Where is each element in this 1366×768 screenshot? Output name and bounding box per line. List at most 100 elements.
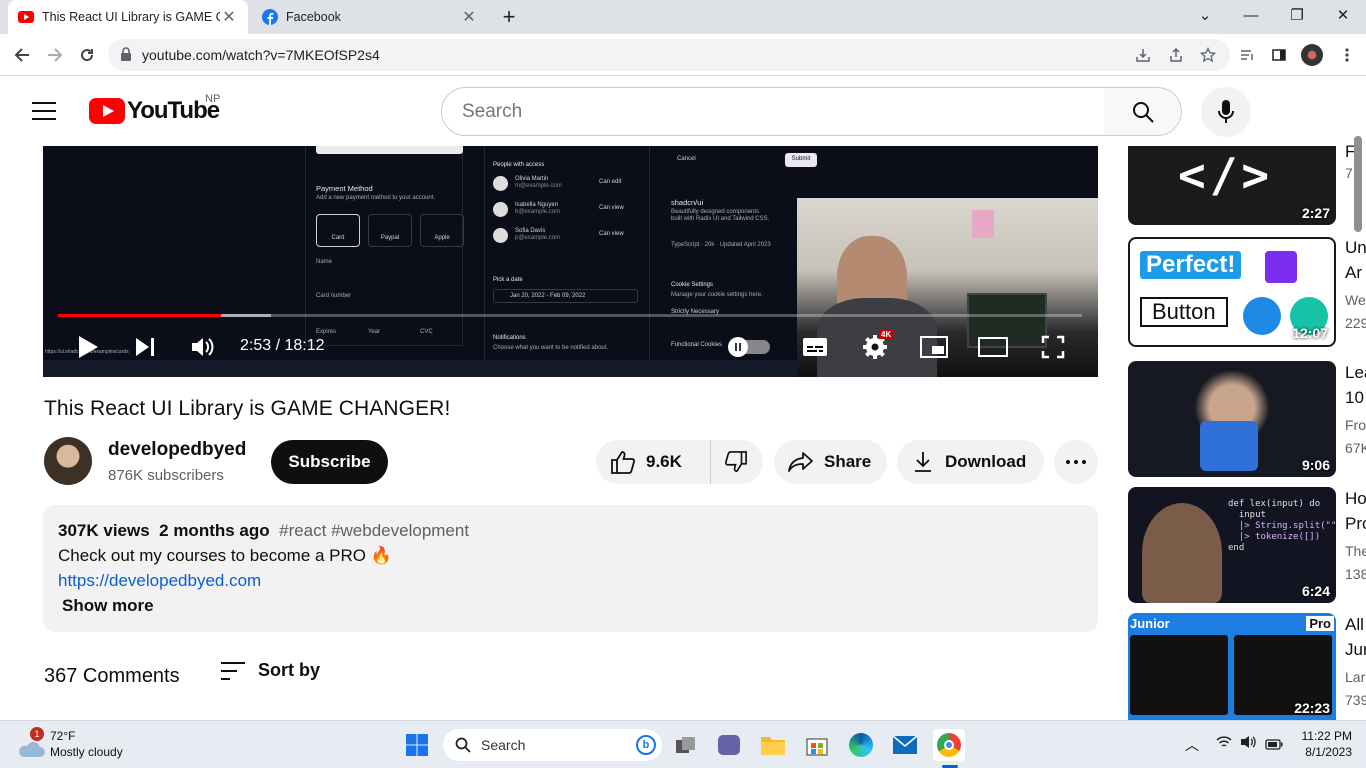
browser-menu-icon[interactable] xyxy=(1332,40,1362,70)
more-actions-button[interactable] xyxy=(1054,440,1098,484)
show-hidden-icons-chevron-icon[interactable]: ︿ xyxy=(1185,735,1199,755)
recommendation-thumbnail[interactable]: Perfect! Button 12:07 xyxy=(1128,237,1336,347)
recommendation-title-fragment[interactable]: 10 xyxy=(1345,388,1366,408)
side-panel-icon[interactable] xyxy=(1264,40,1294,70)
thumbnail-text: Perfect! xyxy=(1140,251,1242,279)
chrome-browser-icon[interactable] xyxy=(933,729,965,761)
dislike-button[interactable] xyxy=(711,440,761,484)
tab-facebook[interactable]: Facebook ✕ xyxy=(252,0,488,34)
recommendation-thumbnail[interactable]: </> 2:27 xyxy=(1128,146,1336,225)
address-bar[interactable]: youtube.com/watch?v=7MKEOfSP2s4 xyxy=(108,39,1230,71)
video-duration: 2:27 xyxy=(1301,205,1330,221)
close-tab-icon[interactable]: ✕ xyxy=(220,7,238,27)
recommendation-meta-fragment: We xyxy=(1345,292,1366,308)
hamburger-menu-icon[interactable] xyxy=(32,100,56,120)
next-video-icon[interactable] xyxy=(131,332,159,362)
taskbar-search-label: Search xyxy=(481,737,526,753)
progress-bar[interactable] xyxy=(58,314,1082,317)
thumbnail-label: Pro xyxy=(1306,616,1334,631)
taskbar-search[interactable]: Search b xyxy=(443,729,662,761)
tab-youtube[interactable]: This React UI Library is GAME CH ✕ xyxy=(8,0,248,34)
description-box[interactable]: 307K views 2 months ago #react #webdevel… xyxy=(43,505,1098,632)
search-input[interactable]: Search xyxy=(441,87,1105,136)
video-duration: 22:23 xyxy=(1294,700,1330,716)
voice-search-button[interactable] xyxy=(1201,87,1251,137)
minimize-button[interactable]: — xyxy=(1228,0,1274,30)
weather-widget[interactable]: 1 72°F Mostly cloudy xyxy=(14,727,174,763)
forward-icon[interactable] xyxy=(40,40,70,70)
cookie-title: Cookie Settings xyxy=(671,282,714,288)
speaker-icon[interactable] xyxy=(1240,735,1258,754)
people-panel: People with access Olivia Martin m@examp… xyxy=(484,146,650,376)
browser-tab-bar: This React UI Library is GAME CH ✕ Faceb… xyxy=(0,0,1366,34)
volume-icon[interactable] xyxy=(188,332,218,362)
profile-avatar-icon[interactable] xyxy=(1297,40,1327,70)
video-player[interactable]: Payment Method Add a new payment method … xyxy=(43,146,1098,377)
hashtags[interactable]: #react #webdevelopment xyxy=(279,521,469,540)
recommendation-title-fragment[interactable]: Jur xyxy=(1345,640,1366,660)
close-tab-icon[interactable]: ✕ xyxy=(460,7,478,27)
play-icon[interactable] xyxy=(73,332,103,362)
share-page-icon[interactable] xyxy=(1161,40,1191,70)
recommendation-title-fragment[interactable]: Un xyxy=(1345,238,1366,258)
url-text: youtube.com/watch?v=7MKEOfSP2s4 xyxy=(142,47,380,63)
recommendation-thumbnail[interactable]: 9:06 xyxy=(1128,361,1336,477)
subscribe-button[interactable]: Subscribe xyxy=(271,440,388,484)
edge-browser-icon[interactable] xyxy=(845,729,877,761)
subtitles-icon[interactable] xyxy=(800,332,830,362)
subscriber-count: 876K subscribers xyxy=(108,467,224,484)
year-label: Year xyxy=(368,329,381,335)
reload-icon[interactable] xyxy=(72,40,102,70)
file-explorer-icon[interactable] xyxy=(757,729,789,761)
show-more-button[interactable]: Show more xyxy=(62,596,154,616)
windows-taskbar: 1 72°F Mostly cloudy Search b ︿ 11:22 PM… xyxy=(0,720,1366,768)
like-button[interactable]: 9.6K xyxy=(596,440,711,484)
code-line: end xyxy=(1228,543,1245,553)
autoplay-toggle[interactable] xyxy=(728,332,771,362)
back-icon[interactable] xyxy=(7,40,37,70)
miniplayer-icon[interactable] xyxy=(918,332,950,362)
youtube-logo[interactable]: YouTube NP xyxy=(89,93,220,125)
recommendation-title-fragment[interactable]: Ar xyxy=(1345,263,1366,283)
theater-mode-icon[interactable] xyxy=(977,332,1009,362)
recommendation-meta-fragment: 229 xyxy=(1345,315,1366,331)
fullscreen-icon[interactable] xyxy=(1037,332,1069,362)
description-link[interactable]: https://developedbyed.com xyxy=(58,571,261,591)
region-code: NP xyxy=(205,93,221,105)
recommendation-title-fragment[interactable]: Ho xyxy=(1345,489,1366,509)
channel-avatar[interactable] xyxy=(44,437,92,485)
recommendation-thumbnail[interactable]: def lex(input) do input |> String.split(… xyxy=(1128,487,1336,603)
task-view-icon[interactable] xyxy=(670,729,702,761)
share-button[interactable]: Share xyxy=(774,440,887,484)
mail-icon[interactable] xyxy=(889,729,921,761)
battery-icon[interactable] xyxy=(1265,737,1283,755)
download-button[interactable]: Download xyxy=(897,440,1044,484)
search-button[interactable] xyxy=(1104,87,1182,136)
taskbar-clock[interactable]: 11:22 PM 8/1/2023 xyxy=(1292,728,1352,760)
cloud-icon xyxy=(19,742,45,757)
recommendation-title-fragment[interactable]: Lea xyxy=(1345,363,1366,383)
maximize-button[interactable]: ❐ xyxy=(1274,0,1320,30)
tab-search-chevron-icon[interactable]: ⌄ xyxy=(1182,0,1228,30)
windows-start-icon[interactable] xyxy=(401,729,433,761)
channel-name[interactable]: developedbyed xyxy=(108,439,246,461)
settings-gear-icon[interactable]: 4K xyxy=(859,330,894,362)
reading-list-icon[interactable] xyxy=(1232,40,1262,70)
page-scrollbar[interactable] xyxy=(1354,136,1362,232)
close-window-button[interactable]: ✕ xyxy=(1320,0,1366,30)
recommendation-title-fragment[interactable]: All xyxy=(1345,615,1366,635)
install-app-icon[interactable] xyxy=(1128,40,1158,70)
new-tab-button[interactable]: + xyxy=(496,4,522,30)
thumbs-down-icon xyxy=(724,451,747,472)
lock-icon xyxy=(120,46,142,64)
recommendation-title-fragment[interactable]: Pro xyxy=(1345,514,1366,534)
microsoft-store-icon[interactable] xyxy=(801,729,833,761)
wifi-icon[interactable] xyxy=(1216,735,1232,754)
recommendation-thumbnail[interactable]: Junior Pro 22:23 xyxy=(1128,613,1336,720)
sort-by-button[interactable]: Sort by xyxy=(220,660,320,681)
teams-chat-icon[interactable] xyxy=(713,729,745,761)
description-line: Check out my courses to become a PRO 🔥 xyxy=(58,546,392,565)
bookmark-star-icon[interactable] xyxy=(1193,40,1223,70)
people-title: People with access xyxy=(493,162,545,168)
like-count: 9.6K xyxy=(646,452,682,471)
